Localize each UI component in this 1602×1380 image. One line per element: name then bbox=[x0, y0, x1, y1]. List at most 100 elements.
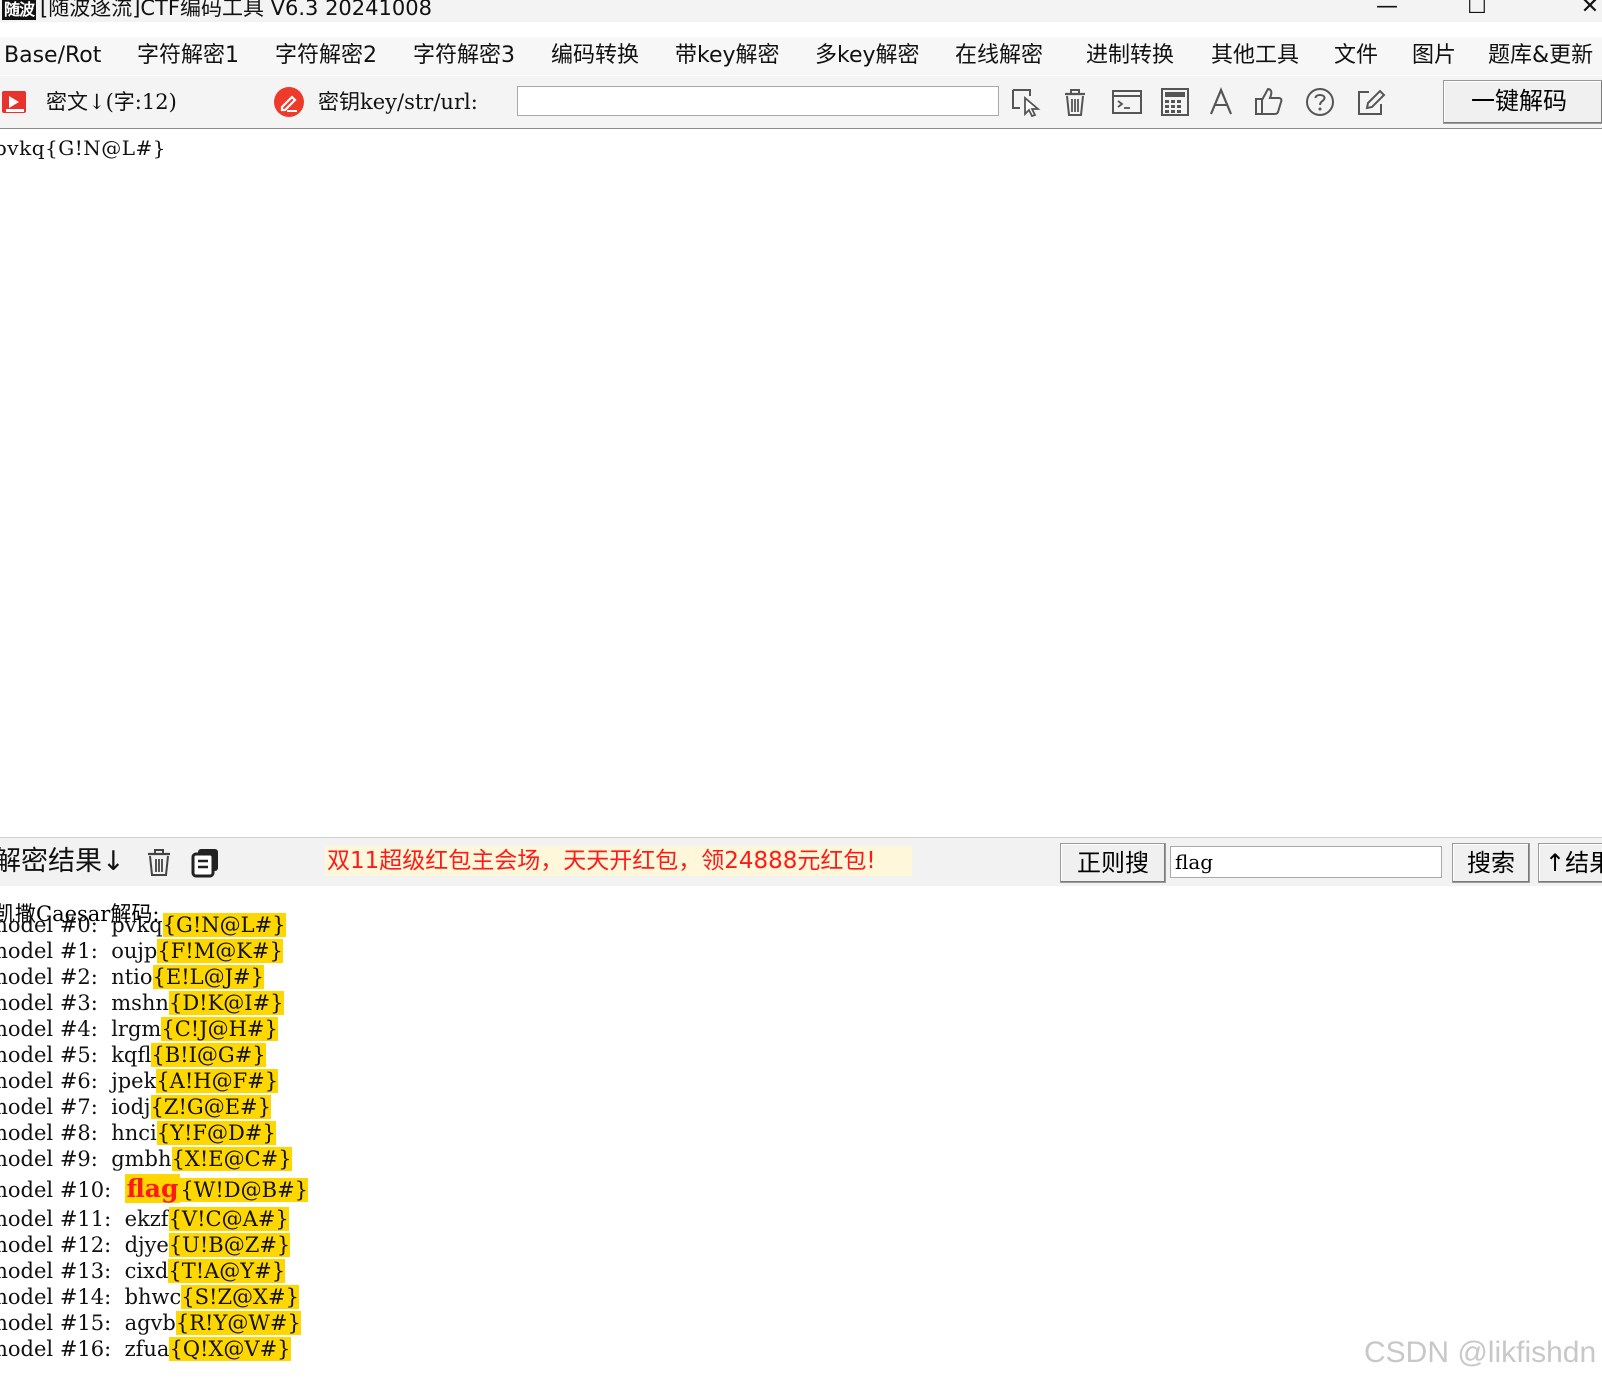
result-model-label: model #2: bbox=[0, 965, 112, 989]
result-textarea[interactable]: 凯撒Caesar解码: model #0: pvkq{G!N@L#} model … bbox=[0, 886, 1602, 1380]
result-word: ekzf bbox=[124, 1207, 169, 1231]
result-highlight: {R!Y@W#} bbox=[175, 1311, 301, 1335]
result-line: model #3: mshn{D!K@I#} bbox=[0, 990, 284, 1016]
result-highlight: {F!M@K#} bbox=[157, 939, 283, 963]
result-model-label: model #13: bbox=[0, 1259, 125, 1283]
menu-file[interactable]: 文件 bbox=[1334, 43, 1378, 69]
copy-result-icon[interactable] bbox=[190, 846, 222, 878]
app-logo-icon: 随波 bbox=[2, 0, 36, 20]
result-line: model #10: flag{W!D@B#} bbox=[0, 1174, 309, 1203]
menu-base-convert[interactable]: 进制转换 bbox=[1086, 43, 1174, 69]
promo-banner[interactable]: 双11超级红包主会场，天天开红包，领24888元红包! bbox=[325, 846, 912, 876]
menu-char-decrypt-3[interactable]: 字符解密3 bbox=[413, 43, 515, 69]
menu-encoding-convert[interactable]: 编码转换 bbox=[551, 43, 639, 69]
result-line: model #4: lrgm{C!J@H#} bbox=[0, 1016, 278, 1042]
result-word: djye bbox=[124, 1233, 169, 1257]
cipher-label: 密文↓(字:12) bbox=[46, 90, 177, 114]
title-bar: 随波 [随波逐流]CTF编码工具 V6.3 20241008 — ☐ ✕ bbox=[0, 0, 1602, 22]
key-input[interactable] bbox=[517, 86, 999, 116]
result-model-label: model #10: bbox=[0, 1178, 125, 1202]
window-title: [随波逐流]CTF编码工具 V6.3 20241008 bbox=[40, 0, 432, 20]
import-icon[interactable] bbox=[0, 88, 30, 116]
result-word: jpek bbox=[111, 1069, 157, 1093]
result-to-cipher-button[interactable]: ↑结果 bbox=[1538, 843, 1602, 883]
close-button[interactable]: ✕ bbox=[1560, 0, 1602, 22]
result-model-label: model #8: bbox=[0, 1121, 112, 1145]
watermark: CSDN @likfishdn bbox=[1364, 1336, 1597, 1369]
result-bar: 解密结果↓ 双11超级红包主会场，天天开红包，领24888元红包! 正则搜 搜索… bbox=[0, 837, 1602, 887]
calculator-icon[interactable] bbox=[1158, 86, 1192, 118]
menu-char-decrypt-1[interactable]: 字符解密1 bbox=[137, 43, 239, 69]
result-model-label: model #1: bbox=[0, 939, 112, 963]
toolbar: 密文↓(字:12) 密钥key/str/url: 一键解码 bbox=[0, 76, 1602, 129]
result-line: model #15: agvb{R!Y@W#} bbox=[0, 1310, 301, 1336]
one-click-decode-button[interactable]: 一键解码 bbox=[1443, 80, 1602, 124]
thumbs-up-icon[interactable] bbox=[1252, 86, 1286, 118]
search-button[interactable]: 搜索 bbox=[1452, 843, 1530, 883]
menu-char-decrypt-2[interactable]: 字符解密2 bbox=[275, 43, 377, 69]
result-line: model #13: cixd{T!A@Y#} bbox=[0, 1258, 286, 1284]
result-highlight: {A!H@F#} bbox=[156, 1069, 279, 1093]
menu-key-decrypt[interactable]: 带key解密 bbox=[675, 43, 780, 69]
result-word: hnci bbox=[111, 1121, 157, 1145]
result-highlight: {C!J@H#} bbox=[161, 1017, 278, 1041]
result-word: oujp bbox=[111, 939, 158, 963]
result-highlight: {U!B@Z#} bbox=[168, 1233, 291, 1257]
result-highlight: {W!D@B#} bbox=[180, 1178, 309, 1202]
result-line: model #9: gmbh{X!E@C#} bbox=[0, 1146, 292, 1172]
result-model-label: model #9: bbox=[0, 1147, 112, 1171]
menu-base-rot[interactable]: Base/Rot bbox=[4, 43, 101, 69]
result-highlight: {D!K@I#} bbox=[168, 991, 284, 1015]
result-flag-match: flag bbox=[124, 1174, 181, 1203]
result-highlight: {B!I@G#} bbox=[151, 1043, 266, 1067]
result-model-label: model #14: bbox=[0, 1285, 125, 1309]
regex-search-button[interactable]: 正则搜 bbox=[1060, 843, 1166, 883]
font-icon[interactable] bbox=[1205, 86, 1239, 118]
cipher-textarea[interactable]: pvkq{G!N@L#} bbox=[0, 129, 1602, 836]
result-line: model #11: ekzf{V!C@A#} bbox=[0, 1206, 289, 1232]
clear-result-icon[interactable] bbox=[143, 846, 175, 878]
result-model-label: model #4: bbox=[0, 1017, 112, 1041]
result-word: pvkq bbox=[111, 913, 163, 937]
result-highlight: {X!E@C#} bbox=[171, 1147, 292, 1171]
result-model-label: model #0: bbox=[0, 913, 112, 937]
maximize-button[interactable]: ☐ bbox=[1447, 0, 1507, 22]
result-highlight: {Y!F@D#} bbox=[156, 1121, 276, 1145]
minimize-button[interactable]: — bbox=[1357, 0, 1417, 22]
result-word: lrgm bbox=[111, 1017, 162, 1041]
result-highlight: {S!Z@X#} bbox=[181, 1285, 299, 1309]
clear-key-icon[interactable] bbox=[273, 86, 305, 118]
result-highlight: {Q!X@V#} bbox=[169, 1337, 291, 1361]
menu-multikey-decrypt[interactable]: 多key解密 bbox=[815, 43, 920, 69]
menu-library-update[interactable]: 题库&更新 bbox=[1488, 43, 1593, 69]
result-word: kqfl bbox=[111, 1043, 152, 1067]
cursor-select-icon[interactable] bbox=[1010, 86, 1044, 118]
result-line: model #6: jpek{A!H@F#} bbox=[0, 1068, 279, 1094]
cipher-text: pvkq{G!N@L#} bbox=[0, 136, 167, 160]
result-model-label: model #16: bbox=[0, 1337, 125, 1361]
key-label: 密钥key/str/url: bbox=[318, 90, 478, 114]
search-input[interactable] bbox=[1170, 846, 1442, 878]
menu-online-decrypt[interactable]: 在线解密 bbox=[955, 43, 1043, 69]
result-label: 解密结果↓ bbox=[0, 846, 125, 877]
result-model-label: model #7: bbox=[0, 1095, 112, 1119]
trash-icon[interactable] bbox=[1058, 86, 1092, 118]
terminal-icon[interactable] bbox=[1110, 86, 1144, 118]
result-model-label: model #12: bbox=[0, 1233, 125, 1257]
menu-image[interactable]: 图片 bbox=[1412, 43, 1456, 69]
result-model-label: model #3: bbox=[0, 991, 112, 1015]
result-model-label: model #15: bbox=[0, 1311, 125, 1335]
result-highlight: {G!N@L#} bbox=[162, 913, 286, 937]
result-line: model #7: iodj{Z!G@E#} bbox=[0, 1094, 271, 1120]
help-icon[interactable] bbox=[1303, 86, 1337, 118]
result-model-label: model #6: bbox=[0, 1069, 112, 1093]
result-highlight: {V!C@A#} bbox=[168, 1207, 289, 1231]
result-word: cixd bbox=[124, 1259, 169, 1283]
result-word: bhwc bbox=[124, 1285, 182, 1309]
edit-icon[interactable] bbox=[1354, 86, 1388, 118]
result-line: model #16: zfua{Q!X@V#} bbox=[0, 1336, 291, 1362]
menu-other-tools[interactable]: 其他工具 bbox=[1211, 43, 1299, 69]
result-model-label: model #5: bbox=[0, 1043, 112, 1067]
result-word: ntio bbox=[111, 965, 153, 989]
result-line: model #8: hnci{Y!F@D#} bbox=[0, 1120, 276, 1146]
